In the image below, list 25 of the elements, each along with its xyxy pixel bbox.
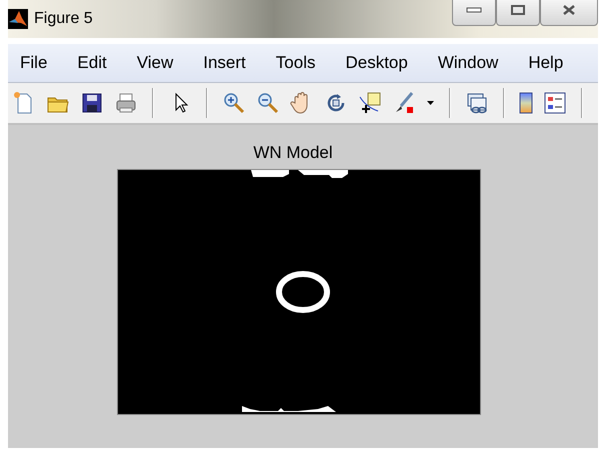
menu-item[interactable]: Insert <box>195 49 254 77</box>
minimize-icon <box>466 7 482 13</box>
zoom-out-icon[interactable] <box>256 91 280 115</box>
menu-item[interactable]: Tools <box>268 49 324 77</box>
minimize-button[interactable] <box>452 0 496 26</box>
save-icon[interactable] <box>80 91 104 115</box>
menu-item[interactable]: Help <box>520 49 572 77</box>
menu-item[interactable]: File <box>12 49 56 77</box>
close-icon <box>562 5 576 15</box>
app-logo-icon <box>8 9 28 29</box>
menu-item[interactable]: Window <box>430 49 506 77</box>
axes-title: WN Model <box>253 143 333 163</box>
menu-item[interactable]: Desktop <box>337 49 416 77</box>
close-button[interactable] <box>540 0 598 26</box>
data-cursor-icon[interactable] <box>358 91 382 115</box>
maximize-button[interactable] <box>496 0 540 26</box>
zoom-in-icon[interactable] <box>222 91 246 115</box>
menu-item[interactable]: Edit <box>69 49 115 77</box>
legend-icon[interactable] <box>543 91 567 115</box>
menu-item[interactable]: View <box>128 49 182 77</box>
print-icon[interactable] <box>114 91 138 115</box>
maximize-icon <box>511 5 525 15</box>
linked-windows-icon[interactable] <box>465 91 489 115</box>
window-title: Figure 5 <box>34 10 93 28</box>
colorbar-icon[interactable] <box>519 91 533 115</box>
